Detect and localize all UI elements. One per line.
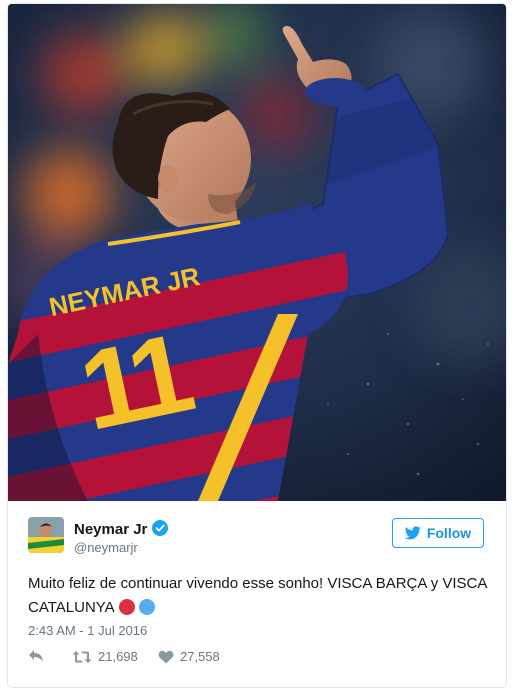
verified-badge-icon xyxy=(152,520,169,536)
red-circle-emoji xyxy=(118,599,135,615)
tweet-text-content: Muito feliz de continuar vivendo esse so… xyxy=(28,575,487,616)
tweet-timestamp[interactable]: 2:43 AM - 1 Jul 2016 xyxy=(28,623,147,638)
follow-label: Follow xyxy=(426,525,472,541)
retweet-count: 21,698 xyxy=(98,649,138,664)
like-count: 27,558 xyxy=(180,649,220,664)
follow-button[interactable]: Follow xyxy=(392,518,484,548)
blue-circle-emoji xyxy=(138,599,155,615)
tweet-card: NEYMAR JR 11 Neymar Jr @neymarjr Follow … xyxy=(7,3,507,688)
avatar[interactable] xyxy=(28,517,64,553)
tweet-text: Muito feliz de continuar vivendo esse so… xyxy=(28,572,498,620)
tweet-actions: 21,698 27,558 xyxy=(28,649,328,669)
tweet-photo[interactable]: NEYMAR JR 11 xyxy=(8,4,506,501)
reply-icon xyxy=(29,650,43,661)
avatar-image xyxy=(28,517,64,553)
retweet-icon xyxy=(72,650,92,663)
twitter-bird-icon xyxy=(404,526,421,540)
author-handle[interactable]: @neymarjr xyxy=(74,540,138,555)
retweet-button[interactable]: 21,698 xyxy=(72,649,138,664)
like-button[interactable]: 27,558 xyxy=(158,649,220,664)
author-name[interactable]: Neymar Jr xyxy=(74,520,169,538)
author-name-text: Neymar Jr xyxy=(74,521,148,538)
heart-icon xyxy=(158,650,174,663)
reply-button[interactable] xyxy=(28,649,44,663)
player-photo: NEYMAR JR 11 xyxy=(8,4,506,501)
